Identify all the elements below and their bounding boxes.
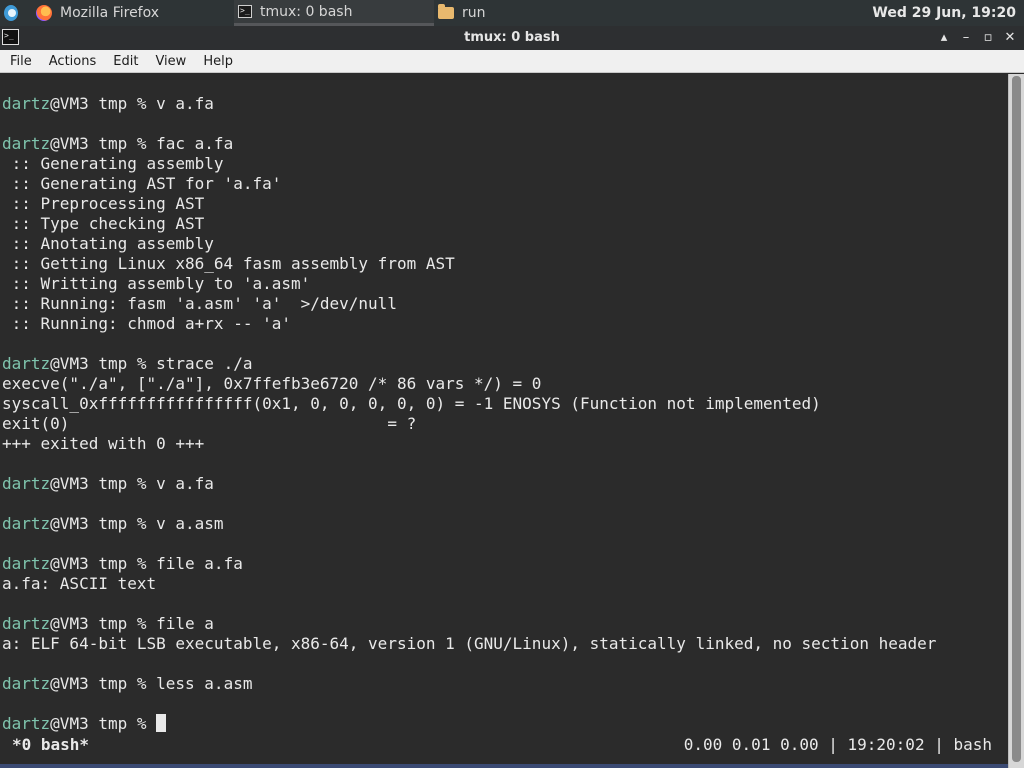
minimize-button[interactable]: – xyxy=(956,28,976,48)
window-titlebar[interactable]: >_ tmux: 0 bash ▴ – ▫ ✕ xyxy=(0,26,1024,50)
terminal-line: :: Anotating assembly xyxy=(0,234,1008,254)
window-title: tmux: 0 bash xyxy=(464,30,560,45)
terminal-line-text: :: Generating AST for 'a.fa' xyxy=(2,174,282,193)
prompt-user: dartz xyxy=(2,134,51,153)
taskbar-item-run[interactable]: run xyxy=(438,0,538,26)
menu-file[interactable]: File xyxy=(10,54,32,69)
terminal-line: :: Writting assembly to 'a.asm' xyxy=(0,274,1008,294)
tmux-status-bar: *0 bash* 0.00 0.01 0.00 | 19:20:02 | bas… xyxy=(0,734,1008,758)
terminal-line-text: @VM3 tmp % file a.fa xyxy=(50,554,243,573)
terminal-scrollbar[interactable] xyxy=(1008,74,1024,768)
menu-edit[interactable]: Edit xyxy=(113,54,138,69)
terminal-icon: >_ xyxy=(238,5,252,18)
tmux-status-right: 0.00 0.01 0.00 | 19:20:02 | bash xyxy=(683,735,992,754)
terminal-line: dartz@VM3 tmp % v a.fa xyxy=(0,474,1008,494)
terminal-line: :: Generating assembly xyxy=(0,154,1008,174)
taskbar-item-label: run xyxy=(462,5,486,21)
terminal-line: dartz@VM3 tmp % less a.asm xyxy=(0,674,1008,694)
terminal-line-text: execve("./a", ["./a"], 0x7ffefb3e6720 /*… xyxy=(2,374,542,393)
firefox-icon xyxy=(36,5,52,21)
maximize-button[interactable]: ▫ xyxy=(978,28,998,48)
terminal-line-text: @VM3 tmp % less a.asm xyxy=(50,674,253,693)
prompt-user: dartz xyxy=(2,354,51,373)
prompt-user: dartz xyxy=(2,714,51,733)
prompt-user: dartz xyxy=(2,474,51,493)
app-menu-button[interactable] xyxy=(4,0,26,26)
terminal-output[interactable]: dartz@VM3 tmp % v a.fa dartz@VM3 tmp % fa… xyxy=(0,74,1008,768)
folder-icon xyxy=(438,4,454,19)
terminal-line: syscall_0xffffffffffffffff(0x1, 0, 0, 0,… xyxy=(0,394,1008,414)
terminal-line: :: Running: fasm 'a.asm' 'a' >/dev/null xyxy=(0,294,1008,314)
prompt-user: dartz xyxy=(2,94,51,113)
terminal-line-text: a.fa: ASCII text xyxy=(2,574,157,593)
terminal-line-text: a: ELF 64-bit LSB executable, x86-64, ve… xyxy=(2,634,937,653)
taskbar-item-firefox[interactable]: Mozilla Firefox xyxy=(36,0,226,26)
terminal-line-text: :: Preprocessing AST xyxy=(2,194,205,213)
terminal-line-text: exit(0) = ? xyxy=(2,414,417,433)
terminal-line: dartz@VM3 tmp % v a.fa xyxy=(0,94,1008,114)
window-bottom-border xyxy=(0,764,1008,768)
shade-window-button[interactable]: ▴ xyxy=(934,28,954,48)
terminal-line-text: syscall_0xffffffffffffffff(0x1, 0, 0, 0,… xyxy=(2,394,821,413)
terminal-line: dartz@VM3 tmp % file a.fa xyxy=(0,554,1008,574)
menubar: File Actions Edit View Help xyxy=(0,50,1024,73)
terminal-line-text: :: Running: fasm 'a.asm' 'a' >/dev/null xyxy=(2,294,397,313)
terminal-lines: dartz@VM3 tmp % v a.fa dartz@VM3 tmp % fa… xyxy=(0,94,1008,714)
terminal-line-text: :: Getting Linux x86_64 fasm assembly fr… xyxy=(2,254,455,273)
prompt-text: @VM3 tmp % xyxy=(50,714,157,733)
terminal-line: :: Getting Linux x86_64 fasm assembly fr… xyxy=(0,254,1008,274)
terminal-line-text: :: Generating assembly xyxy=(2,154,224,173)
terminal-line: :: Generating AST for 'a.fa' xyxy=(0,174,1008,194)
prompt-user: dartz xyxy=(2,614,51,633)
terminal-line: :: Type checking AST xyxy=(0,214,1008,234)
text-cursor xyxy=(156,714,167,732)
terminal-line-text: @VM3 tmp % file a xyxy=(50,614,214,633)
tmux-window-list[interactable]: *0 bash* xyxy=(12,734,89,756)
terminal-line-text: :: Writting assembly to 'a.asm' xyxy=(2,274,311,293)
terminal-line: exit(0) = ? xyxy=(0,414,1008,434)
terminal-line-text: @VM3 tmp % v a.fa xyxy=(50,474,214,493)
terminal-line-text: @VM3 tmp % v a.asm xyxy=(50,514,224,533)
top-panel: Mozilla Firefox >_ tmux: 0 bash run Wed … xyxy=(0,0,1024,26)
prompt-user: dartz xyxy=(2,554,51,573)
terminal-line-text: @VM3 tmp % fac a.fa xyxy=(50,134,234,153)
terminal-line-text: @VM3 tmp % v a.fa xyxy=(50,94,214,113)
app-menu-icon xyxy=(4,5,18,21)
scrollbar-thumb[interactable] xyxy=(1012,76,1021,762)
terminal-line: :: Running: chmod a+rx -- 'a' xyxy=(0,314,1008,334)
terminal-line-text: @VM3 tmp % strace ./a xyxy=(50,354,253,373)
menu-actions[interactable]: Actions xyxy=(49,54,97,69)
close-button[interactable]: ✕ xyxy=(1000,28,1020,48)
prompt-user: dartz xyxy=(2,514,51,533)
terminal-line: a.fa: ASCII text xyxy=(0,574,1008,594)
menu-view[interactable]: View xyxy=(155,54,186,69)
terminal-line: dartz@VM3 tmp % file a xyxy=(0,614,1008,634)
prompt-user: dartz xyxy=(2,674,51,693)
menu-help[interactable]: Help xyxy=(203,54,233,69)
terminal-line-text: :: Type checking AST xyxy=(2,214,205,233)
taskbar-item-label: tmux: 0 bash xyxy=(260,3,353,20)
terminal-line: dartz@VM3 tmp % fac a.fa xyxy=(0,134,1008,154)
terminal-line-text: :: Running: chmod a+rx -- 'a' xyxy=(2,314,291,333)
terminal-line: execve("./a", ["./a"], 0x7ffefb3e6720 /*… xyxy=(0,374,1008,394)
terminal-line: dartz@VM3 tmp % v a.asm xyxy=(0,514,1008,534)
terminal-line: dartz@VM3 tmp % strace ./a xyxy=(0,354,1008,374)
current-prompt-line[interactable]: dartz@VM3 tmp % xyxy=(0,714,1008,734)
terminal-line: a: ELF 64-bit LSB executable, x86-64, ve… xyxy=(0,634,1008,654)
taskbar-item-label: Mozilla Firefox xyxy=(60,5,160,21)
panel-clock[interactable]: Wed 29 Jun, 19:20 xyxy=(872,0,1016,26)
terminal-line-text: +++ exited with 0 +++ xyxy=(2,434,205,453)
terminal-line-text: :: Anotating assembly xyxy=(2,234,214,253)
terminal-line: :: Preprocessing AST xyxy=(0,194,1008,214)
terminal-line: +++ exited with 0 +++ xyxy=(0,434,1008,454)
taskbar-item-tmux[interactable]: >_ tmux: 0 bash xyxy=(234,0,434,26)
